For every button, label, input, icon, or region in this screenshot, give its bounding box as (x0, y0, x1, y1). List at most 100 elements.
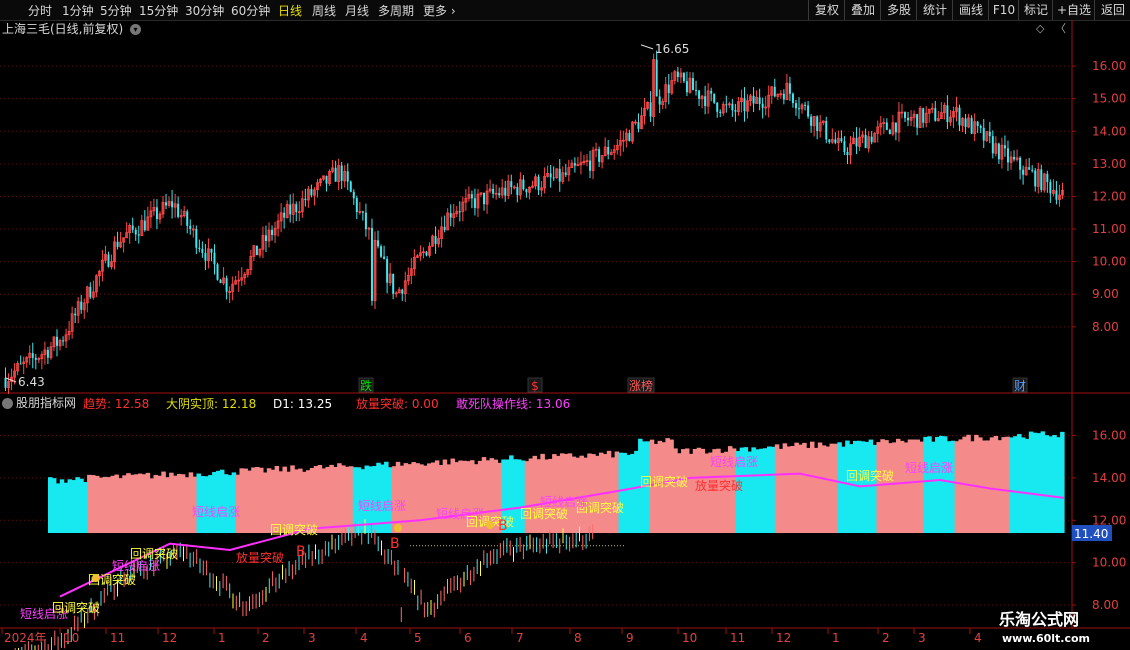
candle-body (958, 107, 961, 126)
circle-icon[interactable] (2, 398, 13, 409)
indicator-band-column (48, 477, 53, 534)
indicator-band-column (1060, 431, 1065, 534)
indicator-band-column (626, 454, 631, 534)
candle-body (976, 121, 979, 126)
candle-body (283, 212, 286, 218)
x-tick-label: 10 (682, 631, 697, 645)
candle-body (598, 149, 601, 162)
signal-label: 短线启涨 (192, 504, 240, 519)
indicator-band-column (876, 442, 881, 534)
candle-body (758, 97, 761, 104)
indicator-band-column (231, 472, 237, 534)
candle-body (743, 98, 746, 112)
chevron-left-icon[interactable]: 〈 (1055, 22, 1066, 36)
indicator-band-column (59, 479, 65, 534)
indicator-band-column (317, 464, 323, 534)
indicator-band-column (247, 470, 252, 534)
indicator-band-column (176, 473, 182, 534)
indicator-band-column (145, 472, 151, 534)
indicator-band-column (618, 452, 624, 534)
candle-body (870, 136, 873, 143)
candle-body (637, 122, 640, 129)
candle-body (325, 175, 328, 184)
candle-body (304, 198, 307, 201)
indicator-band-column (161, 471, 166, 534)
chart-canvas: 16.00 15.00 14.00 13.00 12.00 11.00 10.00 9.00 8… (0, 20, 1130, 650)
indicator-band-column (325, 466, 330, 534)
candle-body (1019, 157, 1022, 170)
candle-body (352, 191, 355, 199)
high-pointer (640, 44, 654, 50)
candle-body (810, 116, 813, 126)
indicator-value-2: D1: 13.25 (273, 397, 332, 411)
y-tick-label: 11.00 (1092, 222, 1126, 236)
indicator-band-column (833, 443, 838, 534)
candle-body (204, 252, 207, 261)
candle-body (807, 105, 810, 117)
indicator-band-column (149, 478, 155, 534)
candle-body (510, 181, 513, 188)
indicator-band-column (993, 435, 999, 534)
candle-body (997, 143, 1000, 160)
candle-body (1049, 181, 1052, 194)
signal-label: B (390, 536, 400, 552)
indicator-band-column (333, 466, 338, 534)
candle-body (558, 168, 561, 182)
diamond-icon[interactable]: ◇ (1036, 22, 1044, 36)
indicator-band-column (55, 483, 61, 534)
candle-body (492, 188, 495, 194)
x-tick-label: 3 (918, 631, 926, 645)
indicator-band-column (985, 440, 991, 534)
candle-body (346, 171, 349, 182)
y-tick-label: 14.00 (1092, 124, 1126, 138)
indicator-band-column (786, 446, 792, 534)
indicator-band-column (591, 454, 596, 534)
indicator-band-column (899, 440, 905, 534)
indicator-band-column (563, 453, 569, 534)
indicator-band-column (837, 442, 842, 534)
candle-body (761, 103, 764, 108)
candle-body (864, 134, 867, 149)
candle-body (380, 246, 383, 257)
event-marker: 涨榜 (629, 378, 653, 393)
candle-body (1013, 156, 1016, 160)
candle-body (449, 212, 452, 218)
indicator-band-column (1005, 436, 1010, 534)
candle-body (255, 245, 258, 256)
indicator-band-column (216, 470, 221, 534)
candle-body (667, 84, 670, 94)
indicator-band-column (974, 434, 979, 534)
candle-body (483, 192, 486, 205)
indicator-band-column (63, 482, 69, 534)
candle-body (165, 202, 168, 206)
indicator-band-column (997, 440, 1003, 534)
indicator-band-column (950, 440, 956, 534)
indicator-band-column (1032, 432, 1038, 534)
x-tick-label: 3 (308, 631, 316, 645)
candle-body (401, 289, 404, 294)
candle-body (443, 226, 446, 230)
indicator-band-column (75, 477, 80, 534)
candle-body (907, 117, 910, 121)
indicator-band-column (810, 441, 815, 534)
x-tick-label: 11 (110, 631, 125, 645)
candle-body (334, 167, 337, 182)
indicator-band-column (165, 477, 170, 534)
signal-label: 回调突破 (640, 474, 688, 489)
candle-body (991, 136, 994, 154)
candle-body (62, 340, 65, 342)
indicator-band-column (255, 467, 260, 534)
candle-body (516, 186, 519, 196)
candle-body (470, 194, 473, 199)
candle-body (219, 279, 222, 284)
low-label: 6.43 (18, 375, 45, 389)
indicator-band-column (802, 442, 807, 534)
indicator-band-column (778, 448, 784, 534)
candle-body (843, 141, 846, 152)
indicator-band-column (71, 480, 76, 534)
indicator-band-column (196, 473, 201, 534)
chevron-down-icon[interactable]: ▾ (130, 24, 142, 35)
signal-dot (486, 521, 494, 529)
indicator-band-column (927, 436, 932, 534)
indicator-band-column (852, 440, 858, 534)
